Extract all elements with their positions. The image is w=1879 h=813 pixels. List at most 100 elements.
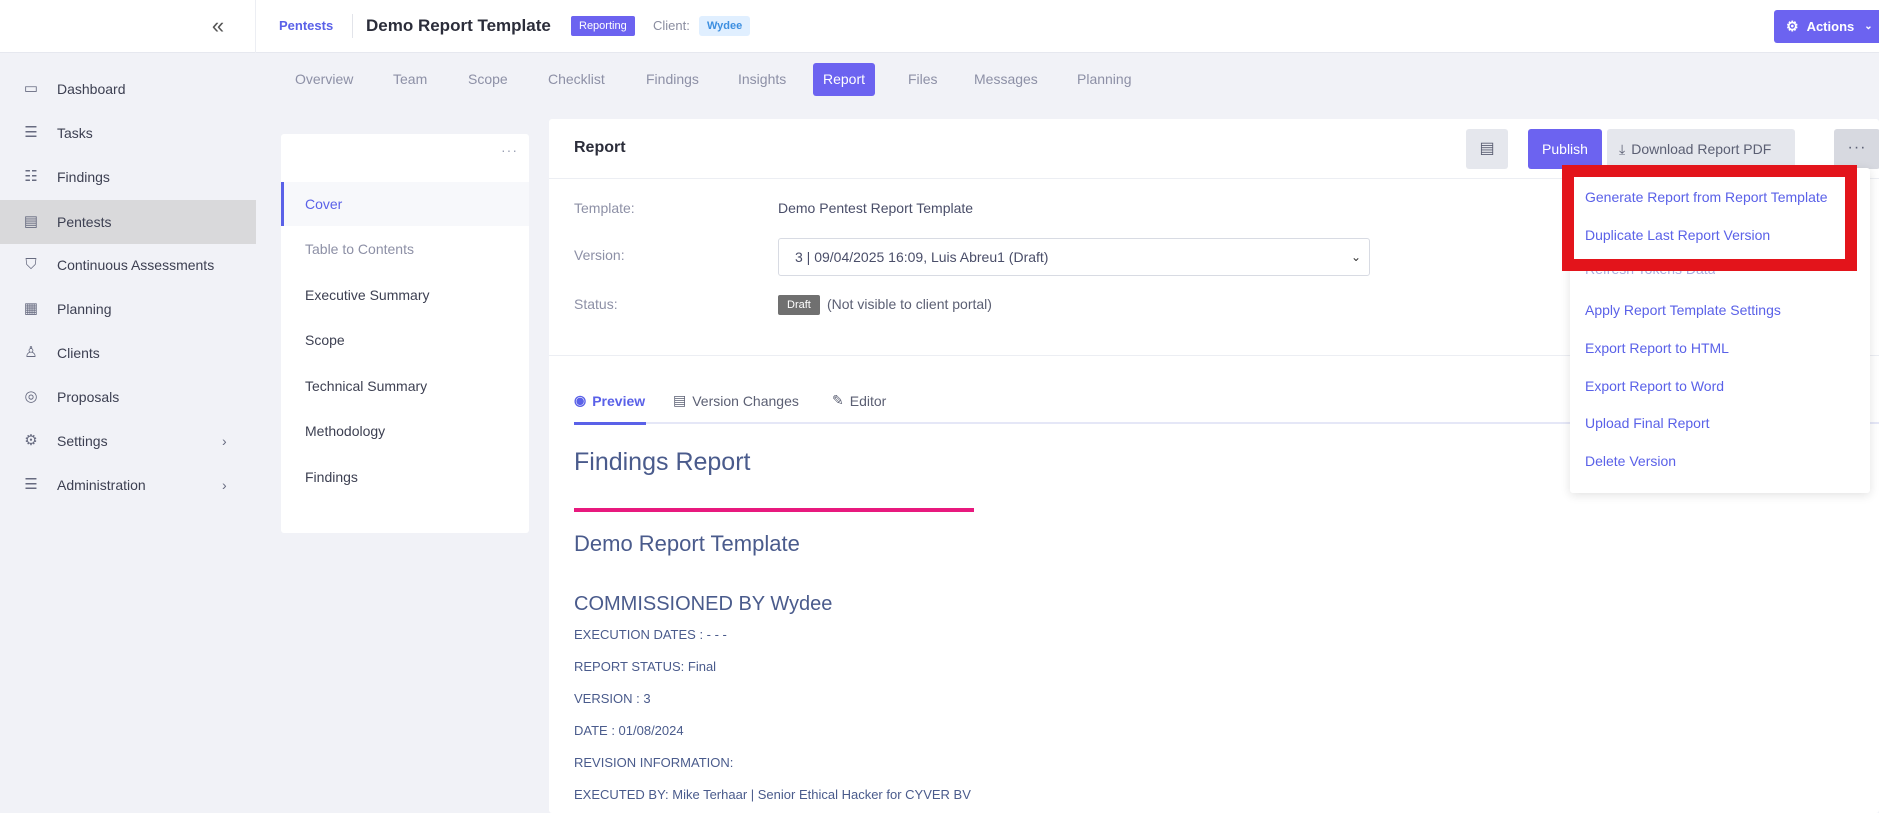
preview-subheading: Demo Report Template xyxy=(574,531,800,556)
report-title: Report xyxy=(574,139,626,156)
sidebar-item-findings[interactable]: ☷ Findings xyxy=(0,155,256,199)
toc-item-methodology[interactable]: Methodology xyxy=(281,409,529,453)
menu-item-refresh-tokens[interactable]: Refresh Tokens Data xyxy=(1585,264,1715,276)
preview-line: REPORT STATUS: Final xyxy=(574,659,717,674)
page-title: Demo Report Template xyxy=(366,16,551,35)
chevron-right-icon: › xyxy=(222,433,227,449)
actions-label: Actions xyxy=(1806,19,1855,34)
template-label: Template: xyxy=(574,200,635,216)
sidebar-item-dashboard[interactable]: ▭ Dashboard xyxy=(0,67,256,111)
download-icon: ⤓ xyxy=(1619,141,1626,157)
tab-insights[interactable]: Insights xyxy=(728,63,796,96)
menu-item-delete-version[interactable]: Delete Version xyxy=(1585,453,1676,469)
eye-icon: ◉ xyxy=(574,392,587,408)
document-icon: ▤ xyxy=(673,392,687,408)
report-sections-panel: ··· Cover Table to Contents Executive Su… xyxy=(281,134,529,533)
sidebar-item-label: Planning xyxy=(57,301,112,317)
sidebar-item-planning[interactable]: ▦ Planning xyxy=(0,287,256,331)
sidebar-item-clients[interactable]: ♙ Clients xyxy=(0,331,256,375)
chevron-down-icon: ⌄ xyxy=(1350,250,1361,264)
sidebar-item-label: Administration xyxy=(57,477,146,493)
sidebar-item-administration[interactable]: ☰ Administration › xyxy=(0,463,256,507)
tab-team[interactable]: Team xyxy=(383,63,437,96)
toc-item-cover[interactable]: Cover xyxy=(281,182,529,226)
comment-icon[interactable]: ▤ xyxy=(1466,129,1508,169)
active-subtab-indicator xyxy=(574,422,646,425)
sidebar-item-label: Settings xyxy=(57,433,108,449)
proposals-icon: ◎ xyxy=(24,388,38,405)
heading-rule xyxy=(574,508,974,512)
tab-scope[interactable]: Scope xyxy=(458,63,518,96)
collapse-sidebar-icon[interactable]: « xyxy=(205,14,231,40)
menu-item-apply-template-settings[interactable]: Apply Report Template Settings xyxy=(1585,302,1781,318)
divider xyxy=(255,0,256,53)
toc-item-technical-summary[interactable]: Technical Summary xyxy=(281,364,529,408)
subtab-editor[interactable]: ✎ Editor xyxy=(832,392,886,409)
clients-icon: ♙ xyxy=(24,344,38,361)
version-select[interactable]: 3 | 09/04/2025 16:09, Luis Abreu1 (Draft… xyxy=(778,238,1370,276)
menu-item-upload-final-report[interactable]: Upload Final Report xyxy=(1585,415,1710,431)
chevron-right-icon: › xyxy=(222,477,227,493)
version-value: 3 | 09/04/2025 16:09, Luis Abreu1 (Draft… xyxy=(795,249,1049,265)
report-options-menu: Generate Report from Report Template Dup… xyxy=(1570,168,1870,493)
status-note: (Not visible to client portal) xyxy=(827,296,992,312)
download-pdf-button[interactable]: ⤓ Download Report PDF xyxy=(1607,129,1795,169)
preview-line: REVISION INFORMATION: xyxy=(574,755,734,770)
tab-files[interactable]: Files xyxy=(898,63,948,96)
sidebar: ▭ Dashboard ☰ Tasks ☷ Findings ▤ Pentest… xyxy=(0,53,256,813)
menu-item-export-html[interactable]: Export Report to HTML xyxy=(1585,340,1729,356)
findings-icon: ☷ xyxy=(24,168,38,185)
status-badge: Reporting xyxy=(571,16,635,36)
subtab-version-changes[interactable]: ▤ Version Changes xyxy=(673,392,799,409)
divider xyxy=(352,14,353,38)
subtab-label: Version Changes xyxy=(692,392,799,409)
sidebar-item-label: Clients xyxy=(57,345,100,361)
tasks-icon: ☰ xyxy=(24,124,38,141)
chevron-down-icon: ⌄ xyxy=(1864,21,1873,32)
tab-planning[interactable]: Planning xyxy=(1067,63,1142,96)
preview-line: DATE : 01/08/2024 xyxy=(574,723,684,738)
subtab-label: Editor xyxy=(849,392,887,409)
toc-item-table-of-contents[interactable]: Table to Contents xyxy=(281,227,529,271)
pentests-icon: ▤ xyxy=(23,213,39,230)
actions-button[interactable]: ⚙ Actions ⌄ xyxy=(1774,10,1879,43)
sidebar-item-tasks[interactable]: ☰ Tasks xyxy=(0,111,256,155)
toc-item-findings[interactable]: Findings xyxy=(281,455,529,499)
tab-messages[interactable]: Messages xyxy=(964,63,1048,96)
subtab-preview[interactable]: ◉ Preview xyxy=(574,392,645,409)
top-bar: « Pentests Demo Report Template Reportin… xyxy=(0,0,1879,53)
tab-checklist[interactable]: Checklist xyxy=(538,63,615,96)
toc-item-scope[interactable]: Scope xyxy=(281,318,529,362)
preview-heading: Findings Report xyxy=(574,448,751,476)
sidebar-item-label: Proposals xyxy=(57,389,120,405)
publish-button[interactable]: Publish xyxy=(1528,129,1602,169)
more-icon[interactable]: ··· xyxy=(501,142,518,158)
pencil-icon: ✎ xyxy=(832,392,844,408)
sidebar-item-continuous-assessments[interactable]: ⛉ Continuous Assessments xyxy=(0,243,256,287)
gear-icon: ⚙ xyxy=(1786,18,1799,34)
sidebar-item-settings[interactable]: ⚙ Settings › xyxy=(0,419,256,463)
tab-findings[interactable]: Findings xyxy=(636,63,709,96)
menu-item-generate-report[interactable]: Generate Report from Report Template xyxy=(1585,189,1828,205)
download-label: Download Report PDF xyxy=(1631,141,1772,157)
sidebar-item-label: Pentests xyxy=(57,214,112,230)
sidebar-item-pentests[interactable]: ▤ Pentests xyxy=(0,200,256,244)
draft-badge: Draft xyxy=(778,295,820,315)
menu-item-duplicate-version[interactable]: Duplicate Last Report Version xyxy=(1585,227,1770,243)
sidebar-item-label: Continuous Assessments xyxy=(57,257,215,273)
breadcrumb-pentests[interactable]: Pentests xyxy=(279,18,333,33)
client-label: Client: xyxy=(653,18,690,33)
preview-line: EXECUTION DATES : - - - xyxy=(574,627,727,642)
tab-report[interactable]: Report xyxy=(813,63,876,96)
menu-item-export-word[interactable]: Export Report to Word xyxy=(1585,378,1724,394)
version-label: Version: xyxy=(574,247,625,263)
template-value: Demo Pentest Report Template xyxy=(778,200,974,216)
tab-overview[interactable]: Overview xyxy=(285,63,363,96)
client-badge[interactable]: Wydee xyxy=(699,16,751,36)
preview-commissioned-by: COMMISSIONED BY Wydee xyxy=(574,593,833,615)
sidebar-item-proposals[interactable]: ◎ Proposals xyxy=(0,375,256,419)
calendar-icon: ▦ xyxy=(23,300,39,317)
toc-item-executive-summary[interactable]: Executive Summary xyxy=(281,273,529,317)
dashboard-icon: ▭ xyxy=(23,80,39,97)
more-options-button[interactable]: ··· xyxy=(1834,129,1879,169)
